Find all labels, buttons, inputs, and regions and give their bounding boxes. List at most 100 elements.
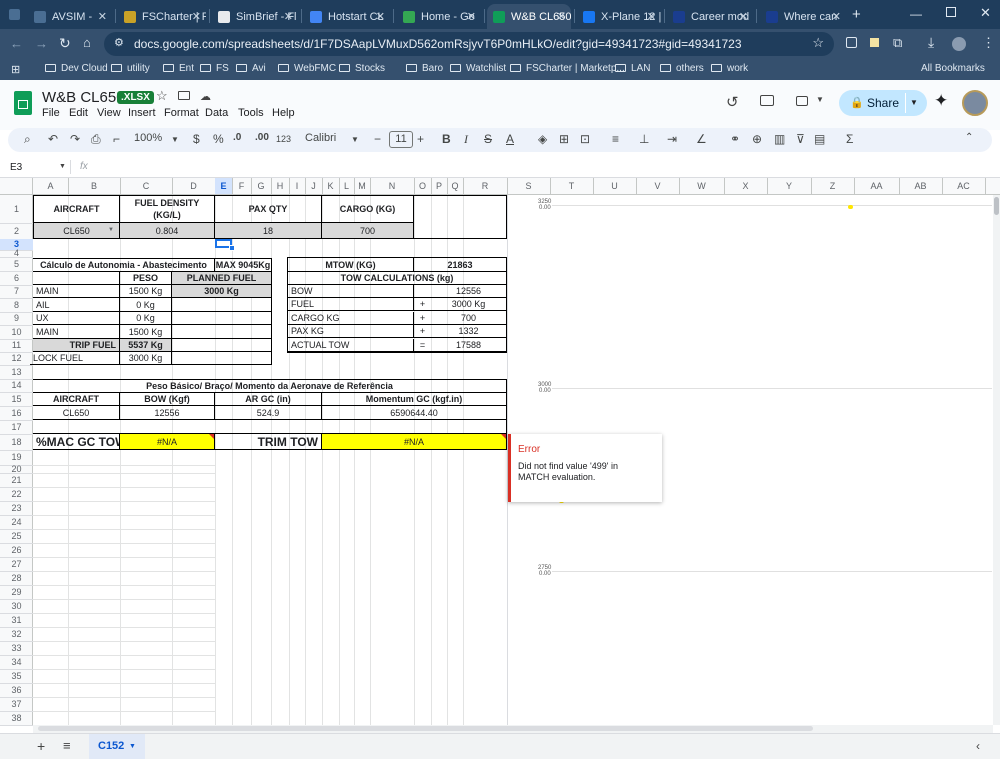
browser-tab[interactable]: Hotstart CL ✕	[304, 4, 390, 29]
row-header[interactable]: 30	[0, 599, 33, 613]
column-header[interactable]: S	[507, 181, 550, 191]
bookmark-item[interactable]: utility	[111, 63, 150, 74]
row-header[interactable]: 17	[0, 420, 33, 434]
tab-close-icon[interactable]: ✕	[98, 10, 107, 23]
menu-data[interactable]: Data	[205, 107, 228, 119]
add-sheet-icon[interactable]: +	[37, 738, 45, 754]
row-header[interactable]: 25	[0, 529, 33, 543]
name-box[interactable]: E3	[10, 162, 22, 173]
share-button[interactable]: 🔒 Share ▼	[839, 90, 927, 116]
font-size-increase-button[interactable]: +	[417, 132, 424, 146]
column-header[interactable]: T	[550, 181, 593, 191]
collapse-side-panel-icon[interactable]: ‹	[976, 739, 980, 753]
filter-icon[interactable]: ⊽	[796, 132, 805, 146]
text-rotation-icon[interactable]: ∠	[696, 132, 707, 146]
share-dropdown-icon[interactable]: ▼	[910, 98, 918, 107]
comments-icon[interactable]	[760, 95, 774, 106]
tab-close-icon[interactable]: ✕	[467, 10, 476, 23]
currency-button[interactable]: $	[193, 132, 200, 146]
back-icon[interactable]: ←	[10, 36, 23, 51]
horizontal-align-icon[interactable]: ≡	[612, 132, 619, 146]
insert-link-icon[interactable]: ⚭	[730, 132, 740, 146]
row-header[interactable]: 7	[0, 285, 33, 298]
tab-search-icon[interactable]	[9, 9, 20, 20]
horizontal-scrollbar[interactable]	[33, 725, 993, 733]
history-icon[interactable]: ↺	[726, 93, 739, 111]
column-header[interactable]: Q	[447, 181, 463, 191]
column-header[interactable]: B	[68, 181, 120, 191]
browser-tab[interactable]: W&B CL650 ✕	[487, 4, 571, 29]
bookmark-item[interactable]: Dev Cloud	[45, 63, 108, 74]
bookmark-item[interactable]: WebFMC	[278, 63, 336, 74]
search-menus-icon[interactable]: ⌕	[24, 132, 31, 147]
text-wrap-icon[interactable]: ⇥	[667, 132, 677, 146]
insert-comment-icon[interactable]: ⊕	[752, 132, 762, 146]
dropdown-chevron-icon[interactable]: ▼	[108, 227, 114, 233]
browser-tab[interactable]: X-Plane 12 | ✕	[577, 4, 661, 29]
column-header[interactable]: X	[724, 181, 767, 191]
row-header[interactable]: 20	[0, 465, 33, 474]
row-header[interactable]: 33	[0, 641, 33, 655]
font-size-decrease-button[interactable]: −	[374, 132, 381, 146]
column-header[interactable]: AB	[899, 181, 942, 191]
download-icon[interactable]: ⤓	[928, 34, 934, 51]
row-header[interactable]: 23	[0, 501, 33, 515]
bookmark-item[interactable]: Baro	[406, 63, 443, 74]
account-avatar[interactable]	[962, 90, 988, 116]
row-header[interactable]: 32	[0, 627, 33, 641]
horizontal-scroll-thumb[interactable]	[38, 726, 813, 731]
merge-cells-icon[interactable]: ⊡	[580, 132, 590, 146]
minimize-icon[interactable]: —	[910, 7, 922, 21]
menu-edit[interactable]: Edit	[69, 107, 88, 119]
menu-view[interactable]: View	[97, 107, 121, 119]
sheets-logo-icon[interactable]	[14, 91, 32, 115]
column-header[interactable]: D	[172, 181, 215, 191]
reload-icon[interactable]: ↻	[59, 35, 71, 52]
bookmark-item[interactable]: Ent	[163, 63, 194, 74]
column-header[interactable]: I	[289, 181, 305, 191]
vertical-scrollbar[interactable]	[993, 195, 1000, 725]
home-icon[interactable]: ⌂	[83, 35, 91, 50]
functions-icon[interactable]: Σ	[846, 132, 853, 146]
row-header[interactable]: 14	[0, 379, 33, 392]
row-header[interactable]: 28	[0, 571, 33, 585]
row-header[interactable]: 10	[0, 325, 33, 339]
extension-icon[interactable]	[870, 38, 879, 47]
row-header[interactable]: 2	[0, 223, 33, 239]
row-header[interactable]: 19	[0, 450, 33, 465]
menu-insert[interactable]: Insert	[128, 107, 156, 119]
column-header[interactable]: K	[322, 181, 339, 191]
row-header[interactable]: 22	[0, 487, 33, 501]
row-header[interactable]: 21	[0, 473, 33, 487]
menu-file[interactable]: File	[42, 107, 60, 119]
column-header[interactable]: Z	[811, 181, 854, 191]
bold-button[interactable]: B	[442, 132, 451, 146]
doc-title[interactable]: W&B CL650	[42, 89, 125, 106]
insert-chart-icon[interactable]: ▥	[774, 132, 785, 146]
close-window-icon[interactable]: ✕	[980, 5, 991, 21]
print-icon[interactable]: ⎙	[91, 132, 101, 147]
row-header[interactable]: 16	[0, 406, 33, 420]
gemini-icon[interactable]: ✦	[934, 91, 948, 111]
column-header[interactable]: A	[33, 181, 68, 191]
row-header[interactable]: 9	[0, 312, 33, 325]
tab-close-icon[interactable]: ✕	[376, 10, 385, 23]
tab-close-icon[interactable]: ✕	[557, 10, 566, 23]
bookmark-item[interactable]: others	[660, 63, 704, 74]
browser-tab[interactable]: FSCharter | F ✕	[118, 4, 206, 29]
column-header[interactable]: O	[414, 181, 431, 191]
font-select[interactable]: Calibri	[305, 132, 336, 144]
row-header[interactable]: 38	[0, 711, 33, 725]
vertical-scroll-thumb[interactable]	[994, 197, 999, 215]
italic-button[interactable]: I	[464, 132, 468, 147]
column-header[interactable]: C	[120, 181, 172, 191]
browser-tab[interactable]: SimBrief - Fl ✕	[212, 4, 298, 29]
decrease-decimal-button[interactable]: .0	[233, 132, 241, 143]
sheet-tab-c152[interactable]: C152 ▼	[89, 734, 145, 759]
text-color-button[interactable]: A	[506, 132, 514, 146]
menu-help[interactable]: Help	[272, 107, 295, 119]
redo-icon[interactable]: ↷	[70, 132, 80, 146]
row-header[interactable]: 37	[0, 697, 33, 711]
row-header[interactable]: 24	[0, 515, 33, 529]
menu-tools[interactable]: Tools	[238, 107, 264, 119]
